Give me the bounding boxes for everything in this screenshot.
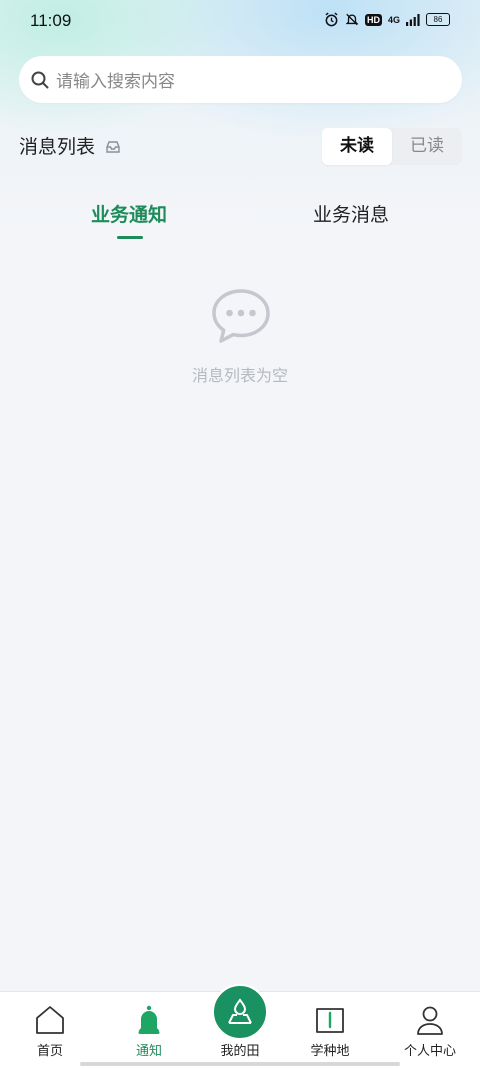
tab-business-notice[interactable]: 业务通知 bbox=[91, 200, 167, 227]
alarm-icon bbox=[325, 12, 338, 27]
active-tab-indicator bbox=[117, 236, 143, 239]
signal-icon bbox=[406, 13, 420, 26]
search-bar[interactable]: 请输入搜索内容 bbox=[19, 56, 462, 103]
nav-label-profile: 个人中心 bbox=[403, 1044, 456, 1059]
search-placeholder[interactable]: 请输入搜索内容 bbox=[56, 67, 175, 92]
message-tabs: 业务通知 业务消息 bbox=[0, 200, 480, 244]
status-time: 11:09 bbox=[30, 11, 72, 30]
nav-label-my-field: 我的田 bbox=[220, 1044, 260, 1059]
nav-item-home[interactable]: 首页 bbox=[2, 992, 98, 1068]
nav-item-my-field[interactable]: 我的田 bbox=[192, 984, 288, 1068]
nav-item-notice[interactable]: 通知 bbox=[101, 992, 197, 1068]
segment-unread[interactable]: 未读 bbox=[322, 128, 392, 165]
nav-label-home: 首页 bbox=[36, 1044, 63, 1059]
nav-label-learn-farming: 学种地 bbox=[310, 1044, 350, 1059]
person-icon bbox=[417, 1006, 443, 1035]
page-title: 消息列表 bbox=[19, 136, 96, 158]
nav-label-notice: 通知 bbox=[135, 1044, 162, 1059]
inbox-icon[interactable] bbox=[105, 139, 121, 155]
bottom-navigation: 首页 通知 我的田 学种地 个人中心 bbox=[0, 984, 480, 1068]
battery-indicator: 86 bbox=[426, 13, 450, 26]
bell-icon bbox=[138, 1005, 160, 1034]
status-icons: HD 4G 86 bbox=[324, 12, 450, 27]
field-drop-icon bbox=[228, 998, 252, 1024]
my-field-button[interactable] bbox=[212, 984, 268, 1040]
page-header: 消息列表 bbox=[19, 132, 121, 159]
home-indicator[interactable] bbox=[80, 1062, 400, 1066]
search-icon bbox=[31, 71, 49, 88]
network-label: 4G bbox=[387, 14, 400, 25]
segment-read[interactable]: 已读 bbox=[392, 128, 462, 165]
status-bar: 11:09 HD 4G 86 bbox=[0, 0, 480, 42]
nav-item-learn-farming[interactable]: 学种地 bbox=[282, 992, 378, 1068]
read-filter-segment[interactable]: 未读 已读 bbox=[322, 128, 462, 165]
tab-business-message[interactable]: 业务消息 bbox=[313, 200, 389, 227]
chat-bubble-icon bbox=[212, 289, 270, 343]
home-icon bbox=[36, 1006, 64, 1034]
book-icon bbox=[316, 1008, 344, 1033]
nav-item-profile[interactable]: 个人中心 bbox=[382, 992, 478, 1068]
mute-bell-icon bbox=[345, 13, 359, 26]
hd-indicator: HD bbox=[364, 13, 382, 26]
empty-state-text: 消息列表为空 bbox=[191, 366, 288, 385]
